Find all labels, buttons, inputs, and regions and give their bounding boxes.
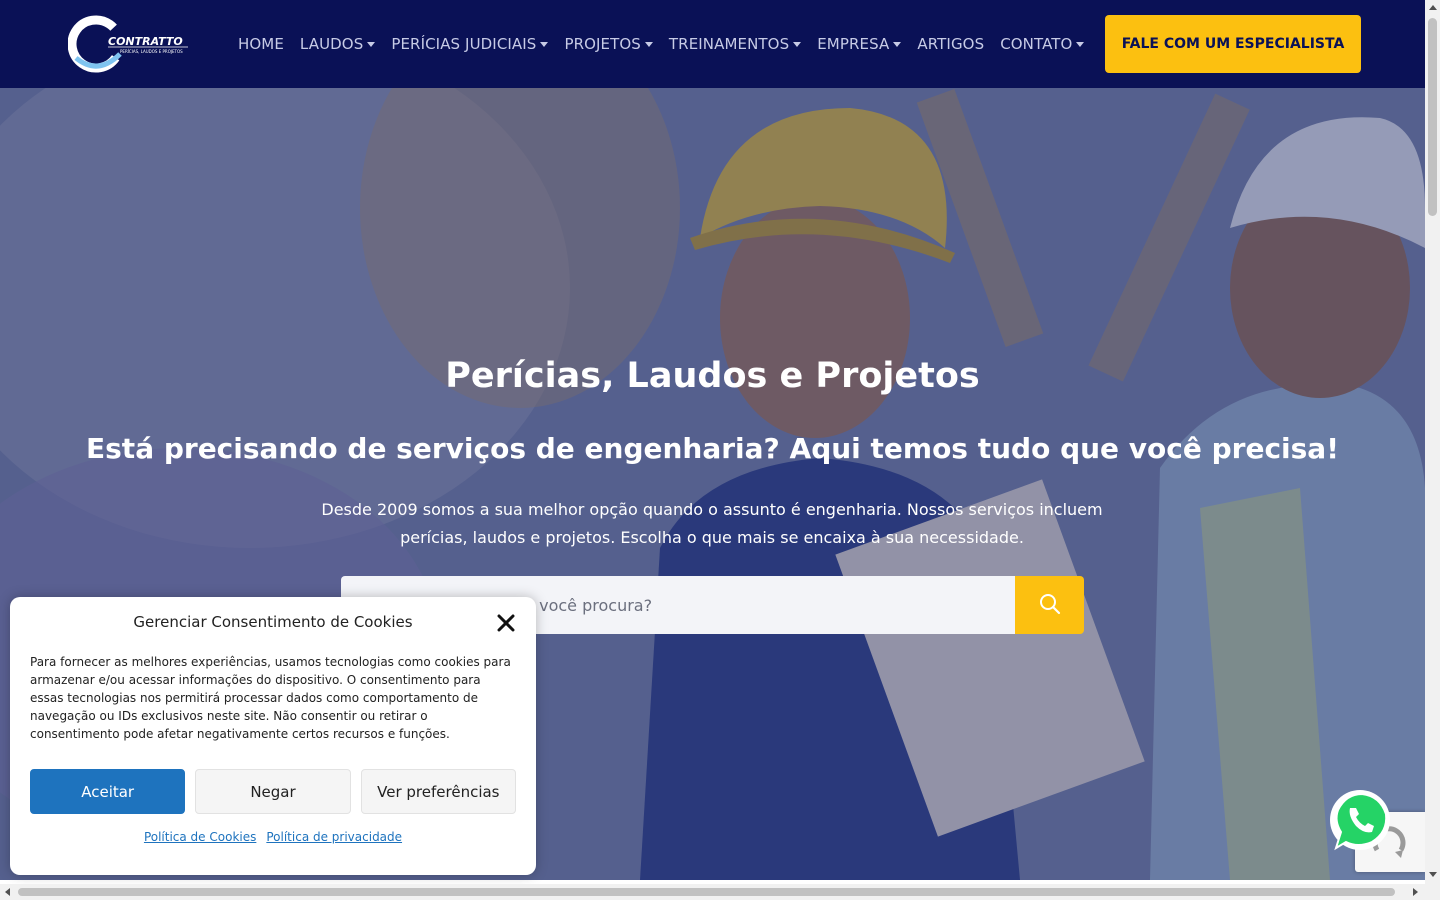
horizontal-scroll-thumb[interactable] — [18, 888, 1395, 896]
cookie-policy-links: Política de Cookies Política de privacid… — [10, 830, 536, 844]
nav-item-artigos[interactable]: ARTIGOS — [909, 35, 992, 53]
hero-subtitle: Está precisando de serviços de engenhari… — [86, 432, 1339, 465]
nav-label: PROJETOS — [564, 35, 641, 53]
cookie-description: Para fornecer as melhores experiências, … — [30, 655, 511, 741]
nav-item-contato[interactable]: CONTATO — [992, 35, 1092, 53]
main-nav: HOME LAUDOS PERÍCIAS JUDICIAIS PROJETOS … — [230, 0, 1092, 88]
caret-down-icon — [793, 41, 802, 47]
caret-down-icon — [893, 41, 902, 47]
nav-label: LAUDOS — [299, 35, 364, 53]
whatsapp-icon — [1326, 790, 1394, 858]
nav-label: ARTIGOS — [917, 35, 985, 53]
caret-down-icon — [644, 41, 653, 47]
caret-down-icon — [540, 41, 549, 47]
nav-label: PERÍCIAS JUDICIAIS — [391, 35, 537, 53]
caret-down-icon — [367, 41, 376, 47]
scroll-down-icon[interactable] — [1429, 872, 1437, 877]
privacy-policy-link[interactable]: Política de privacidade — [266, 830, 402, 844]
search-icon — [1039, 593, 1061, 618]
specialist-cta-button[interactable]: FALE COM UM ESPECIALISTA — [1105, 15, 1361, 73]
deny-cookies-button[interactable]: Negar — [195, 769, 351, 814]
nav-item-home[interactable]: HOME — [230, 35, 292, 53]
cookie-policy-link[interactable]: Política de Cookies — [144, 830, 256, 844]
cookie-button-group: Aceitar Negar Ver preferências — [30, 769, 516, 814]
cookie-dialog-title: Gerenciar Consentimento de Cookies — [133, 613, 413, 631]
nav-label: TREINAMENTOS — [668, 35, 790, 53]
scroll-up-icon[interactable] — [1429, 5, 1437, 10]
hero-title: Perícias, Laudos e Projetos — [445, 356, 980, 396]
nav-label: HOME — [238, 35, 284, 53]
nav-label: CONTATO — [1000, 35, 1073, 53]
nav-item-pericias-judiciais[interactable]: PERÍCIAS JUDICIAIS — [383, 35, 556, 53]
whatsapp-button[interactable] — [1326, 786, 1394, 854]
nav-item-empresa[interactable]: EMPRESA — [809, 35, 909, 53]
cookie-consent-dialog: Gerenciar Consentimento de Cookies Para … — [10, 597, 536, 875]
vertical-scrollbar[interactable] — [1425, 0, 1440, 884]
svg-text:CONTRATTO: CONTRATTO — [108, 35, 183, 48]
nav-item-laudos[interactable]: LAUDOS — [292, 35, 383, 53]
caret-down-icon — [1076, 41, 1085, 47]
hero-description: Desde 2009 somos a sua melhor opção quan… — [321, 500, 1103, 547]
scroll-right-icon[interactable] — [1413, 888, 1418, 896]
nav-label: EMPRESA — [817, 35, 890, 53]
scroll-left-icon[interactable] — [5, 888, 10, 896]
horizontal-scrollbar[interactable] — [0, 884, 1440, 900]
nav-item-treinamentos[interactable]: TREINAMENTOS — [661, 35, 809, 53]
svg-text:PERÍCIAS, LAUDOS E PROJETOS: PERÍCIAS, LAUDOS E PROJETOS — [120, 49, 183, 54]
search-button[interactable] — [1015, 576, 1084, 634]
accept-cookies-button[interactable]: Aceitar — [30, 769, 186, 814]
brand-logo[interactable]: CONTRATTO PERÍCIAS, LAUDOS E PROJETOS — [67, 14, 192, 74]
nav-item-projetos[interactable]: PROJETOS — [556, 35, 660, 53]
close-icon[interactable] — [496, 613, 516, 633]
navbar: CONTRATTO PERÍCIAS, LAUDOS E PROJETOS HO… — [0, 0, 1425, 88]
view-preferences-button[interactable]: Ver preferências — [360, 769, 516, 814]
recaptcha-icon — [1355, 826, 1415, 876]
vertical-scroll-thumb[interactable] — [1428, 18, 1437, 216]
